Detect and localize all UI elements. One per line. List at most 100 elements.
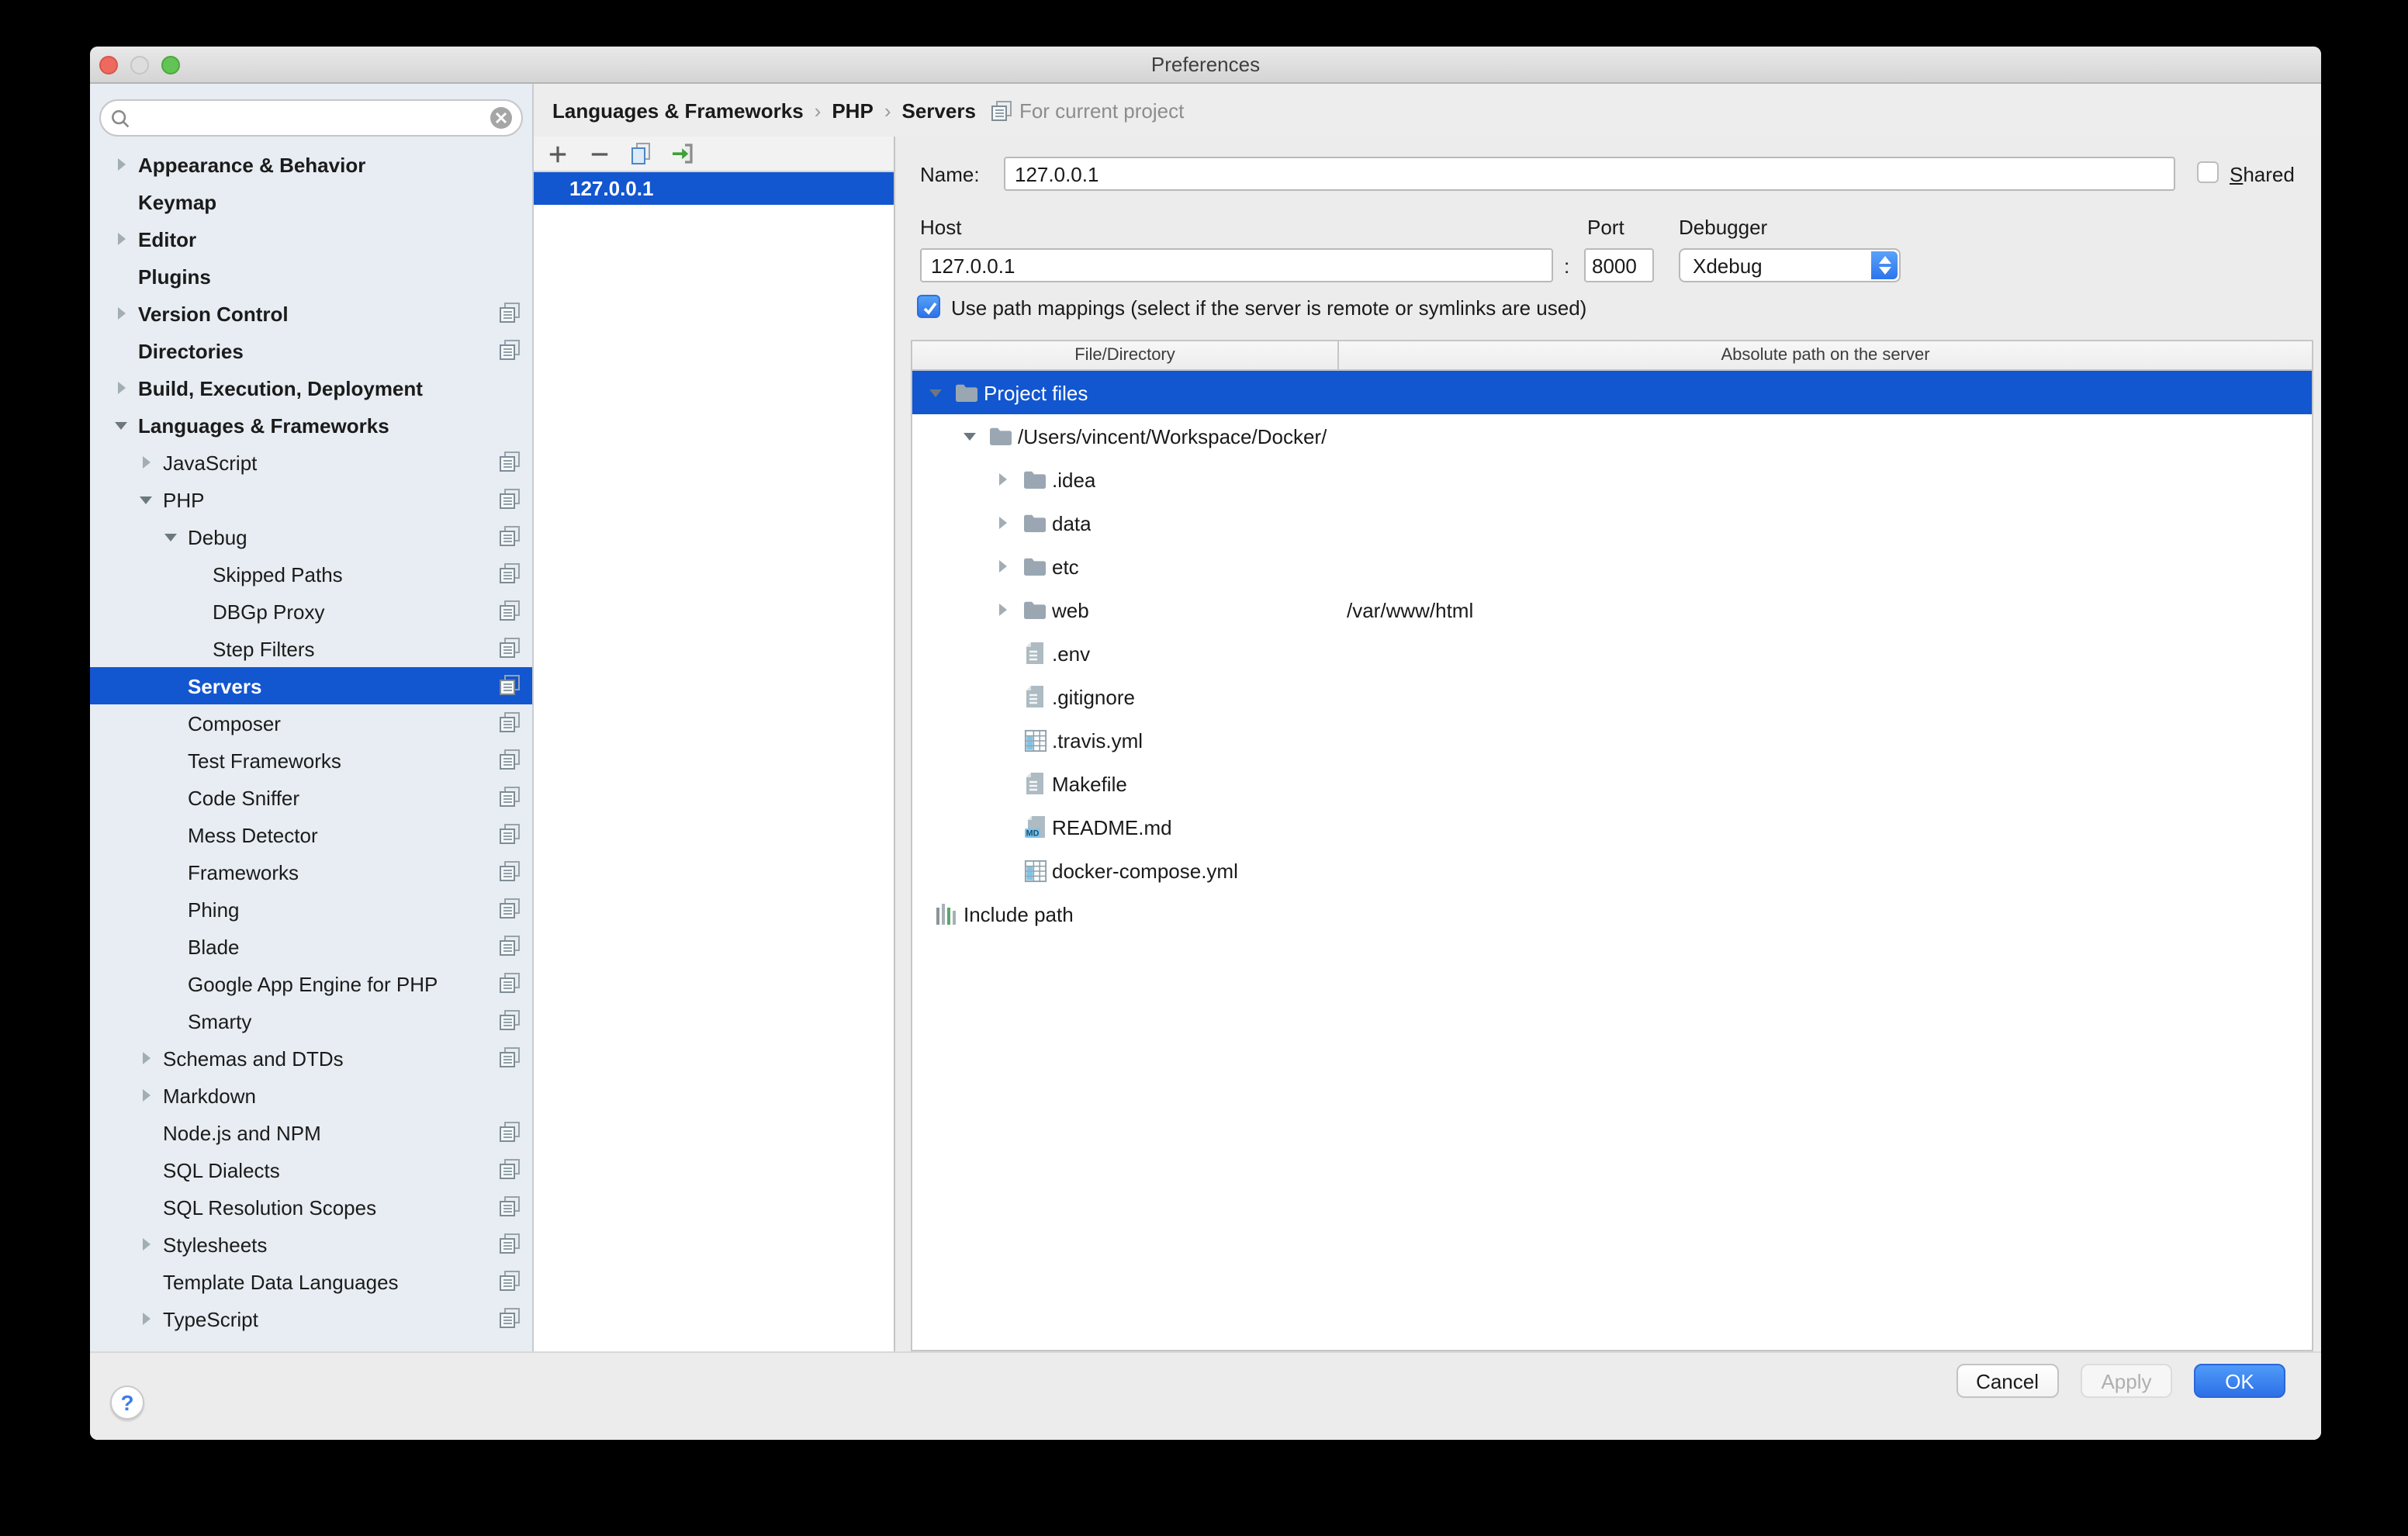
chevron-collapsed-icon[interactable]: [113, 382, 129, 394]
mapping-row-docker-compose-yml[interactable]: docker-compose.yml: [912, 849, 2312, 892]
cancel-button[interactable]: Cancel: [1956, 1364, 2059, 1398]
sidebar-item-schemas-and-dtds[interactable]: Schemas and DTDs: [90, 1040, 532, 1077]
sidebar-item-phing[interactable]: Phing: [90, 891, 532, 928]
mapping-row-gitignore[interactable]: .gitignore: [912, 675, 2312, 718]
import-icon: [670, 141, 695, 166]
sidebar-item-blade[interactable]: Blade: [90, 928, 532, 965]
chevron-expanded-icon[interactable]: [113, 421, 129, 429]
search-input[interactable]: [130, 106, 490, 130]
breadcrumb-php[interactable]: PHP: [832, 99, 873, 122]
project-settings-icon: [500, 1271, 520, 1291]
sidebar-item-node-js-and-npm[interactable]: Node.js and NPM: [90, 1114, 532, 1151]
sidebar-item-dbgp-proxy[interactable]: DBGp Proxy: [90, 593, 532, 630]
path-mappings-rows: Project files/Users/vincent/Workspace/Do…: [912, 371, 2312, 1350]
folder-glyph: [954, 380, 979, 405]
sidebar-item-php[interactable]: PHP: [90, 481, 532, 518]
chevron-expanded-icon[interactable]: [163, 533, 178, 541]
chevron-collapsed-icon[interactable]: [993, 473, 1013, 486]
remove-server-button[interactable]: [586, 141, 611, 166]
chevron-collapsed-icon[interactable]: [113, 307, 129, 320]
chevron-collapsed-icon[interactable]: [138, 1089, 154, 1102]
sidebar-item-languages-frameworks[interactable]: Languages & Frameworks: [90, 406, 532, 444]
markdown-file-glyph: MD: [1023, 815, 1047, 839]
add-server-button[interactable]: [545, 141, 569, 166]
mapping-row-users-vincent-workspace-docker[interactable]: /Users/vincent/Workspace/Docker/: [912, 414, 2312, 458]
sidebar-item-test-frameworks[interactable]: Test Frameworks: [90, 742, 532, 779]
breadcrumb-languages-frameworks[interactable]: Languages & Frameworks: [552, 99, 804, 122]
sidebar-item-build-execution-deployment[interactable]: Build, Execution, Deployment: [90, 369, 532, 406]
mapping-row-data[interactable]: data: [912, 501, 2312, 545]
chevron-collapsed-icon[interactable]: [113, 233, 129, 245]
sidebar-item-typescript[interactable]: TypeScript: [90, 1300, 532, 1337]
project-settings-icon: [500, 600, 520, 621]
shared-checkbox[interactable]: [2197, 161, 2219, 183]
sidebar-item-editor[interactable]: Editor: [90, 220, 532, 258]
mapping-row-env[interactable]: .env: [912, 631, 2312, 675]
right-pane: Languages & Frameworks›PHP›ServersFor cu…: [534, 84, 2321, 1351]
sidebar-item-google-app-engine-for-php[interactable]: Google App Engine for PHP: [90, 965, 532, 1002]
host-input[interactable]: [920, 248, 1553, 282]
project-settings-icon: [500, 340, 520, 360]
sidebar-item-javascript[interactable]: JavaScript: [90, 444, 532, 481]
mapping-row-travis-yml[interactable]: .travis.yml: [912, 718, 2312, 762]
copy-server-button[interactable]: [628, 141, 653, 166]
project-settings-badge: [500, 638, 520, 658]
project-settings-badge: [500, 1196, 520, 1216]
sidebar-item-label: JavaScript: [163, 451, 257, 474]
sidebar-item-debug[interactable]: Debug: [90, 518, 532, 555]
chevron-collapsed-icon[interactable]: [993, 560, 1013, 573]
sidebar-item-appearance-behavior[interactable]: Appearance & Behavior: [90, 146, 532, 183]
sidebar-item-stylesheets[interactable]: Stylesheets: [90, 1226, 532, 1263]
mapping-row-readme-md[interactable]: MDREADME.md: [912, 805, 2312, 849]
debugger-label: Debugger: [1679, 216, 1767, 239]
mapping-row-makefile[interactable]: Makefile: [912, 762, 2312, 805]
sidebar-item-sql-dialects[interactable]: SQL Dialects: [90, 1151, 532, 1188]
help-button[interactable]: ?: [110, 1386, 144, 1420]
apply-button[interactable]: Apply: [2081, 1364, 2172, 1398]
chevron-collapsed-icon[interactable]: [138, 1238, 154, 1251]
sidebar-item-directories[interactable]: Directories: [90, 332, 532, 369]
server-list-item[interactable]: 127.0.0.1: [534, 172, 894, 205]
mapping-row-include-path[interactable]: Include path: [912, 892, 2312, 936]
sidebar-item-template-data-languages[interactable]: Template Data Languages: [90, 1263, 532, 1300]
use-path-mappings-checkbox[interactable]: [917, 295, 940, 318]
mapping-row-etc[interactable]: etc: [912, 545, 2312, 588]
name-input[interactable]: [1004, 157, 2175, 191]
mapping-row-idea[interactable]: .idea: [912, 458, 2312, 501]
sidebar-item-frameworks[interactable]: Frameworks: [90, 853, 532, 891]
chevron-collapsed-icon[interactable]: [113, 158, 129, 171]
sidebar-item-skipped-paths[interactable]: Skipped Paths: [90, 555, 532, 593]
sidebar-item-mess-detector[interactable]: Mess Detector: [90, 816, 532, 853]
chevron-collapsed-icon[interactable]: [993, 517, 1013, 529]
chevron-expanded-icon[interactable]: [138, 496, 154, 503]
folder-icon: [954, 380, 979, 405]
mapping-row-web[interactable]: web/var/www/html: [912, 588, 2312, 631]
mapping-row-project-files[interactable]: Project files: [912, 371, 2312, 414]
import-server-button[interactable]: [670, 141, 695, 166]
yaml-file-glyph: [1023, 859, 1047, 882]
sidebar-item-servers[interactable]: Servers: [90, 667, 532, 704]
sidebar-item-code-sniffer[interactable]: Code Sniffer: [90, 779, 532, 816]
chevron-collapsed-icon[interactable]: [138, 1313, 154, 1325]
chevron-collapsed-icon[interactable]: [993, 604, 1013, 616]
settings-search-field[interactable]: [99, 99, 523, 137]
ok-button[interactable]: OK: [2194, 1364, 2285, 1398]
sidebar-item-keymap[interactable]: Keymap: [90, 183, 532, 220]
host-label: Host: [920, 216, 961, 239]
sidebar-item-smarty[interactable]: Smarty: [90, 1002, 532, 1040]
text-file-icon: [1022, 641, 1047, 666]
sidebar-item-step-filters[interactable]: Step Filters: [90, 630, 532, 667]
port-input[interactable]: [1584, 248, 1654, 282]
sidebar-item-plugins[interactable]: Plugins: [90, 258, 532, 295]
debugger-select[interactable]: Xdebug: [1679, 248, 1901, 282]
sidebar-item-sql-resolution-scopes[interactable]: SQL Resolution Scopes: [90, 1188, 532, 1226]
chevron-expanded-icon[interactable]: [925, 389, 945, 396]
sidebar-item-version-control[interactable]: Version Control: [90, 295, 532, 332]
sidebar-item-markdown[interactable]: Markdown: [90, 1077, 532, 1114]
chevron-expanded-icon[interactable]: [959, 432, 979, 440]
chevron-collapsed-icon[interactable]: [138, 1052, 154, 1064]
sidebar-item-composer[interactable]: Composer: [90, 704, 532, 742]
breadcrumb-servers[interactable]: Servers: [902, 99, 976, 122]
clear-search-icon[interactable]: [490, 107, 512, 129]
chevron-collapsed-icon[interactable]: [138, 456, 154, 469]
